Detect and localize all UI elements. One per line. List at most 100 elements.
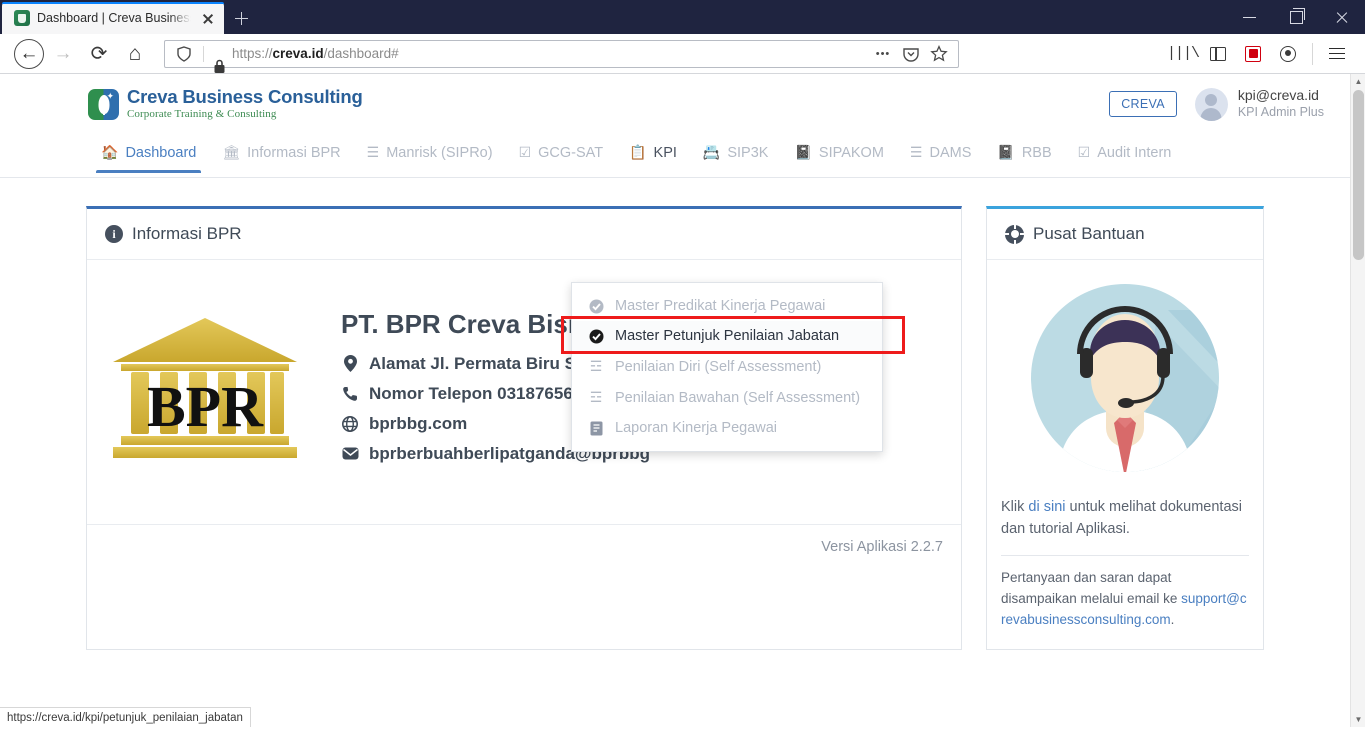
library-icon[interactable] xyxy=(1167,38,1199,70)
dropdown-item-penilaian-bawahan[interactable]: ☲ Penilaian Bawahan (Self Assessment) xyxy=(572,382,882,413)
nav-label: Manrisk (SIPRo) xyxy=(386,144,493,161)
nav-label: Dashboard xyxy=(125,144,197,161)
maximize-icon[interactable] xyxy=(1273,0,1319,34)
hamburger-menu-icon[interactable] xyxy=(1321,38,1353,70)
card-title: Informasi BPR xyxy=(132,224,242,243)
account-icon[interactable] xyxy=(1272,38,1304,70)
ellipsis-icon[interactable] xyxy=(870,41,896,67)
bank-building-icon: BPR xyxy=(113,318,297,458)
site-logo[interactable]: ✦ Creva Business Consulting Corporate Tr… xyxy=(88,85,363,121)
envelope-icon xyxy=(341,447,359,460)
scroll-up-icon[interactable]: ▲ xyxy=(1351,74,1365,89)
nav-label: KPI xyxy=(653,144,677,161)
nav-item-gcg-sat[interactable]: ☑ GCG-SAT xyxy=(506,134,617,173)
nav-label: SIP3K xyxy=(727,144,769,161)
home-icon[interactable] xyxy=(118,37,152,71)
kpi-dropdown-menu: Master Predikat Kinerja Pegawai Master P… xyxy=(571,282,883,452)
logo-subtitle: Corporate Training & Consulting xyxy=(127,108,277,121)
page-viewport: ✦ Creva Business Consulting Corporate Tr… xyxy=(0,74,1365,727)
card-body: Klik di sini untuk melihat dokumentasi d… xyxy=(987,260,1263,649)
dropdown-item-master-petunjuk[interactable]: Master Petunjuk Penilaian Jabatan xyxy=(572,321,882,351)
dropdown-item-label: Penilaian Bawahan (Self Assessment) xyxy=(615,389,861,406)
card-header: i Informasi BPR xyxy=(87,209,961,260)
nav-label: Audit Intern xyxy=(1097,144,1172,161)
svg-text:BPR: BPR xyxy=(147,374,264,439)
url-prefix: https:// xyxy=(232,46,273,61)
id-card-icon: 📇 xyxy=(702,144,721,160)
nav-item-kpi[interactable]: 📋 KPI xyxy=(616,134,690,173)
extension-icon[interactable] xyxy=(1237,38,1269,70)
scroll-down-icon[interactable]: ▼ xyxy=(1351,712,1365,727)
favicon-icon xyxy=(14,10,30,26)
dropdown-item-laporan-kinerja[interactable]: Laporan Kinerja Pegawai xyxy=(572,413,882,443)
avatar xyxy=(1194,87,1228,121)
dropdown-item-master-predikat[interactable]: Master Predikat Kinerja Pegawai xyxy=(572,291,882,321)
browser-toolbar: https://creva.id/dashboard# xyxy=(0,34,1365,74)
tracking-protection-shield-icon[interactable] xyxy=(171,41,197,67)
window-close-icon[interactable] xyxy=(1319,0,1365,34)
scrollbar-thumb[interactable] xyxy=(1353,90,1364,260)
main-navigation: 🏠 Dashboard 🏛 Informasi BPR ☰ Manrisk (S… xyxy=(0,134,1350,178)
tab-title: Dashboard | Creva Business Co xyxy=(37,11,191,25)
support-agent-illustration xyxy=(1018,282,1233,478)
help-email-text: Pertanyaan dan saran dapat disampaikan m… xyxy=(1001,568,1249,631)
list-icon: ☲ xyxy=(589,358,603,374)
location-pin-icon xyxy=(341,355,359,372)
website-text: bprbbg.com xyxy=(369,413,468,433)
phone-icon xyxy=(341,386,359,402)
org-switch-button[interactable]: CREVA xyxy=(1109,91,1177,117)
plus-icon[interactable] xyxy=(224,2,258,34)
nav-item-informasi-bpr[interactable]: 🏛 Informasi BPR xyxy=(209,134,353,173)
card-title: Pusat Bantuan xyxy=(1033,224,1145,243)
di-sini-link[interactable]: di sini xyxy=(1028,499,1065,515)
help-email-end: . xyxy=(1170,611,1175,627)
reload-icon[interactable] xyxy=(82,37,116,71)
web-page: ✦ Creva Business Consulting Corporate Tr… xyxy=(0,74,1350,727)
nav-item-dashboard[interactable]: 🏠 Dashboard xyxy=(88,134,209,173)
close-icon[interactable] xyxy=(198,8,218,28)
nav-item-audit-intern[interactable]: ☑ Audit Intern xyxy=(1065,134,1185,173)
forward-arrow-icon[interactable] xyxy=(46,37,80,71)
nav-item-sip3k[interactable]: 📇 SIP3K xyxy=(690,134,782,173)
creva-logo-icon: ✦ xyxy=(88,88,119,120)
help-email-intro: Pertanyaan dan saran dapat disampaikan m… xyxy=(1001,569,1182,606)
home-icon: 🏠 xyxy=(101,144,119,160)
book-icon: 📓 xyxy=(997,144,1015,160)
card-header: Pusat Bantuan xyxy=(987,209,1263,260)
url-path: /dashboard# xyxy=(323,46,399,61)
nav-label: RBB xyxy=(1021,144,1052,161)
nav-label: DAMS xyxy=(929,144,972,161)
check-circle-icon xyxy=(588,299,604,314)
globe-icon xyxy=(341,415,359,432)
bank-icon: 🏛 xyxy=(222,144,241,160)
list-icon: ☰ xyxy=(366,144,380,160)
nav-item-sipakom[interactable]: 📓 SIPAKOM xyxy=(781,134,896,173)
book-icon: 📓 xyxy=(794,144,812,160)
check-circle-icon xyxy=(588,329,604,344)
phone-text: Nomor Telepon 0318765632 xyxy=(369,383,592,403)
logo-title: Creva Business Consulting xyxy=(127,85,363,107)
clipboard-icon: 📋 xyxy=(629,144,647,160)
minimize-icon[interactable] xyxy=(1227,0,1273,34)
pocket-icon[interactable] xyxy=(898,41,924,67)
header-right: CREVA kpi@creva.id KPI Admin Plus xyxy=(1109,87,1324,121)
user-menu[interactable]: kpi@creva.id KPI Admin Plus xyxy=(1194,87,1324,121)
nav-item-dams[interactable]: ☰ DAMS xyxy=(897,134,984,173)
dropdown-item-penilaian-diri[interactable]: ☲ Penilaian Diri (Self Assessment) xyxy=(572,351,882,382)
bpr-logo: BPR xyxy=(105,310,305,470)
nav-label: Informasi BPR xyxy=(247,144,341,161)
help-doc-text: Klik di sini untuk melihat dokumentasi d… xyxy=(1001,496,1249,541)
nav-item-manrisk[interactable]: ☰ Manrisk (SIPRo) xyxy=(354,134,506,173)
dropdown-item-label: Penilaian Diri (Self Assessment) xyxy=(615,358,822,375)
back-arrow-icon[interactable] xyxy=(14,38,44,69)
address-bar[interactable]: https://creva.id/dashboard# xyxy=(164,39,959,73)
lifebuoy-icon xyxy=(1005,224,1024,244)
sidebar-icon[interactable] xyxy=(1202,38,1234,70)
browser-tab[interactable]: Dashboard | Creva Business Co xyxy=(2,2,224,34)
star-icon[interactable] xyxy=(926,41,952,67)
page-scrollbar[interactable]: ▲ ▼ xyxy=(1350,74,1365,727)
browser-window: Dashboard | Creva Business Co https://cr… xyxy=(0,0,1365,729)
list-icon: ☲ xyxy=(589,389,603,405)
url-text: https://creva.id/dashboard# xyxy=(232,46,864,61)
nav-item-rbb[interactable]: 📓 RBB xyxy=(984,134,1064,173)
